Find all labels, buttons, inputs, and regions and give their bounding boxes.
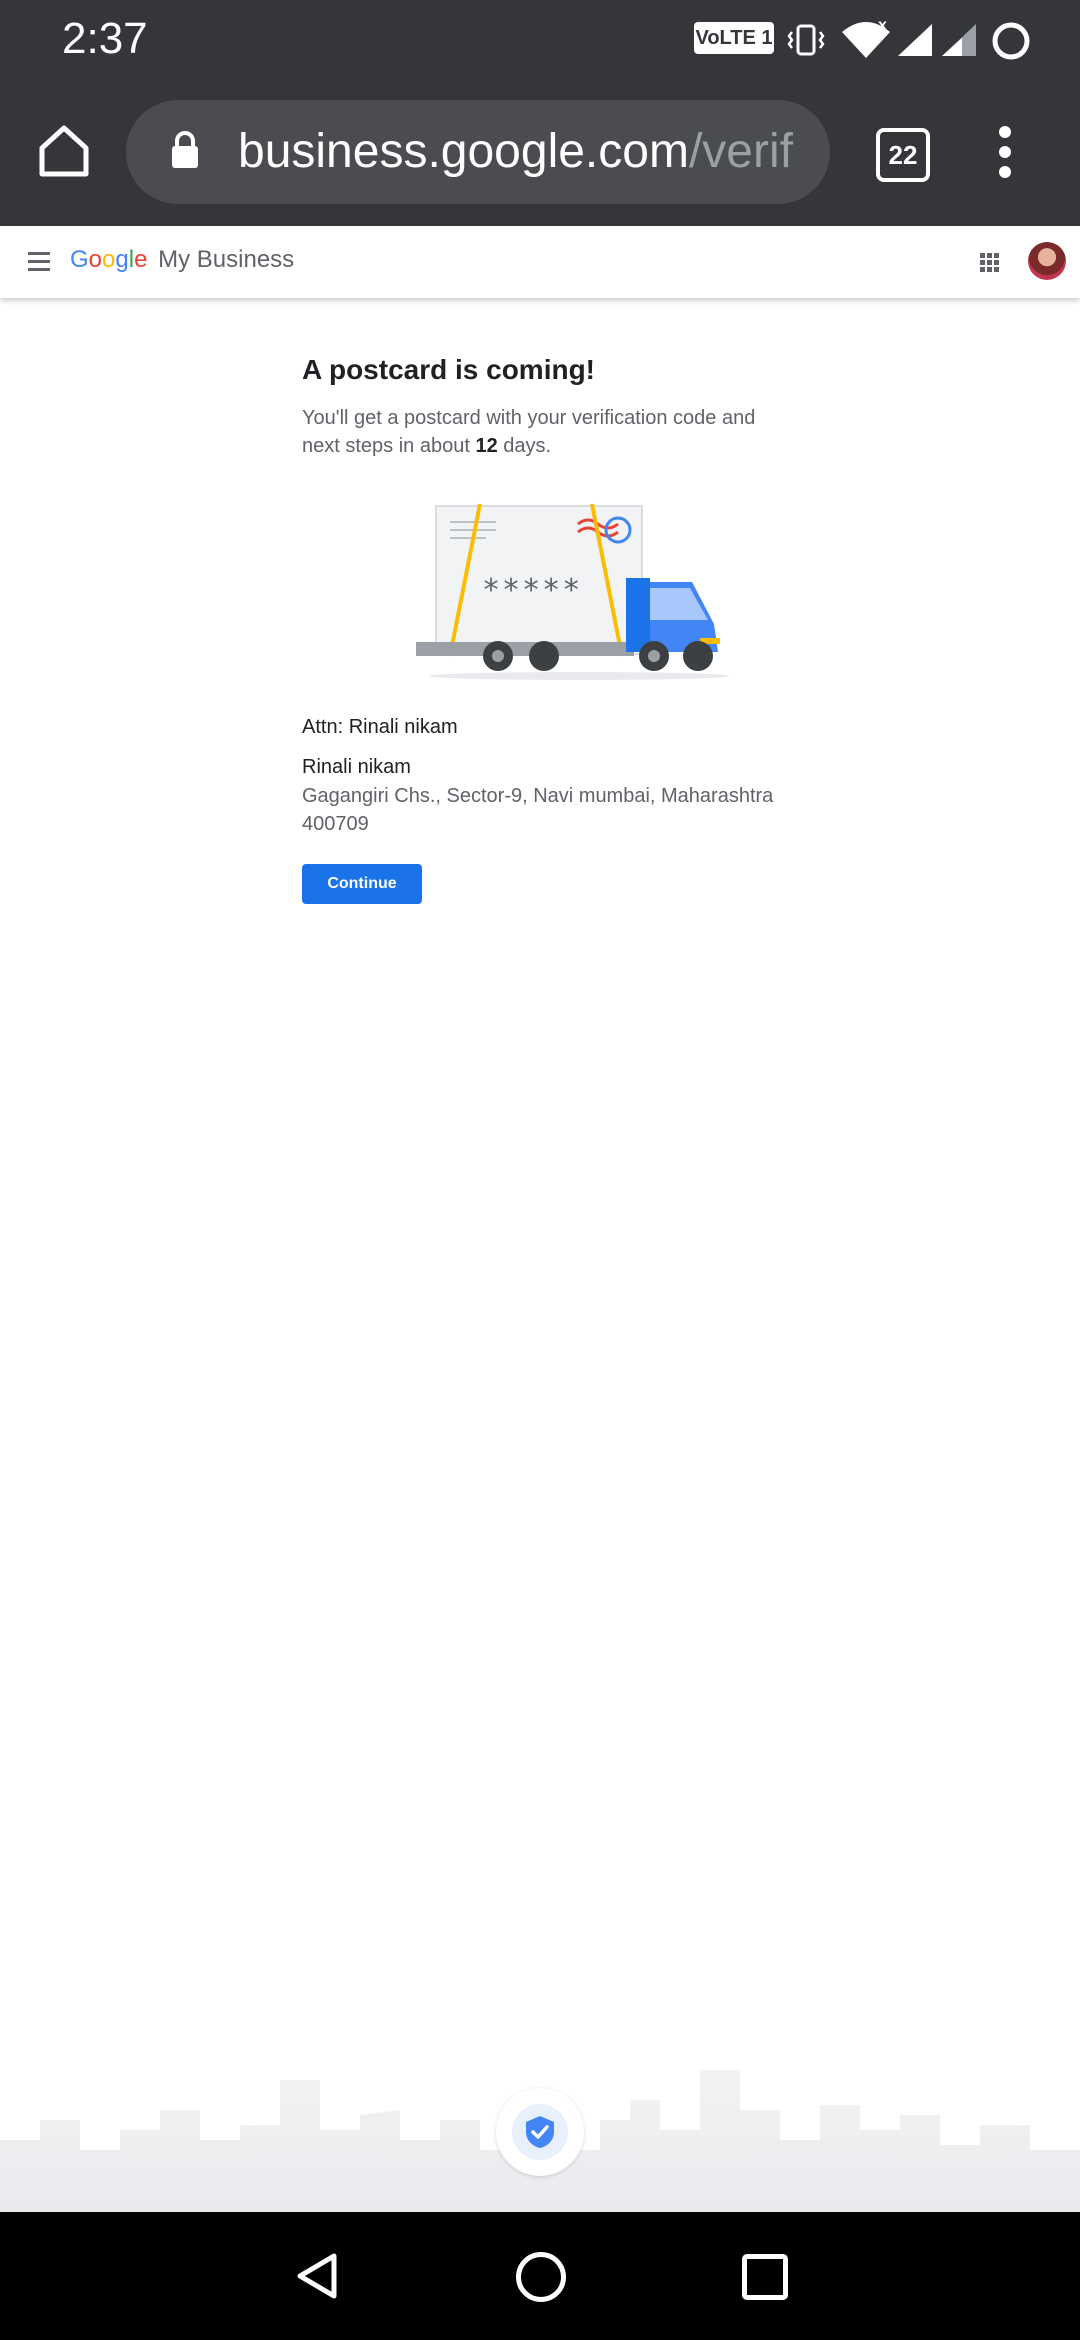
battery-ring-icon [992, 22, 1030, 60]
recents-icon[interactable] [742, 2254, 788, 2300]
browser-toolbar: business.google.com/verif 22 [0, 78, 1080, 226]
home-icon[interactable] [34, 120, 94, 180]
recipient-address: Gagangiri Chs., Sector-9, Navi mumbai, M… [302, 785, 774, 835]
page-title: A postcard is coming! [302, 354, 596, 385]
verification-description: You'll get a postcard with your verifica… [302, 407, 756, 457]
status-bar: 2:37 VoLTE 1 x [0, 0, 1080, 78]
continue-button[interactable]: Continue [302, 864, 422, 904]
security-shield-badge [496, 2088, 584, 2176]
verification-panel: A postcard is coming! You'll get a postc… [302, 354, 782, 904]
attn-line: Attn: Rinali nikam [302, 716, 458, 738]
status-time: 2:37 [62, 14, 148, 63]
wifi-icon: x [842, 20, 890, 58]
url-text[interactable]: business.google.com/verif [238, 124, 793, 179]
signal-icon [942, 24, 976, 56]
shield-check-icon [526, 2116, 554, 2148]
system-navigation-bar [0, 2212, 1080, 2340]
product-name: My Business [158, 246, 295, 273]
url-bar[interactable]: business.google.com/verif [126, 100, 830, 204]
apps-grid-icon[interactable] [980, 253, 1000, 273]
app-header: Google My Business [0, 226, 1080, 298]
overflow-menu-icon[interactable] [990, 126, 1020, 178]
recipient-name: Rinali nikam [302, 756, 411, 778]
svg-text:x: x [878, 20, 887, 34]
lock-icon [172, 131, 198, 168]
hamburger-menu-icon[interactable] [28, 252, 50, 271]
home-nav-icon[interactable] [516, 2252, 566, 2302]
postcard-truck-illustration: ***** [416, 503, 729, 680]
back-icon[interactable] [294, 2252, 342, 2300]
url-path: /verif [688, 125, 793, 178]
vibrate-icon [787, 24, 825, 56]
volte-badge: VoLTE 1 [694, 22, 774, 54]
url-domain: business.google.com [238, 125, 689, 178]
avatar[interactable] [1028, 242, 1066, 280]
google-my-business-logo[interactable]: Google My Business [70, 246, 294, 274]
days-count: 12 [475, 435, 498, 457]
signal-icon [898, 24, 932, 56]
postcard-code: ***** [482, 573, 582, 608]
tab-switcher-button[interactable]: 22 [876, 128, 930, 182]
